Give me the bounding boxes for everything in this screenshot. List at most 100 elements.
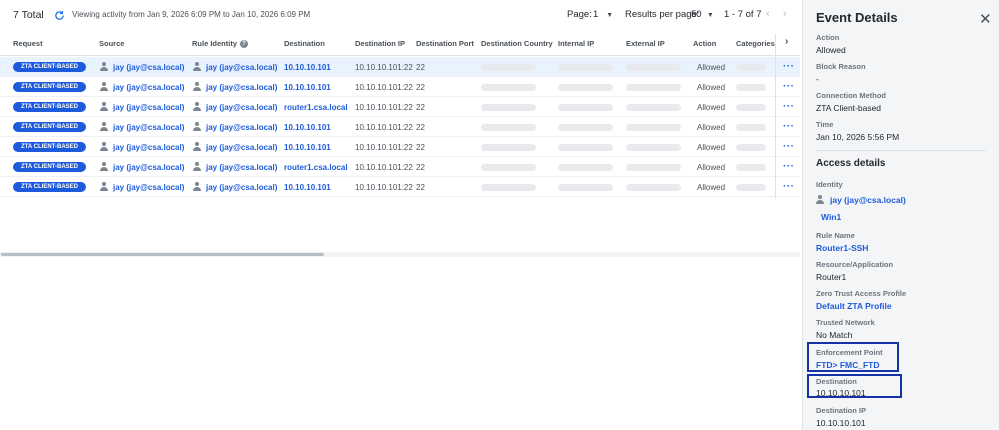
prev-page-icon[interactable]: ‹ [766, 8, 770, 20]
external-ip-placeholder [626, 144, 681, 151]
panel-divider [816, 150, 986, 151]
col-action[interactable]: Action [693, 39, 716, 48]
request-type-badge: ZTA CLIENT-BASED [13, 182, 86, 192]
user-icon [193, 162, 201, 171]
table-row[interactable]: ZTA CLIENT-BASED jay (jay@csa.local) jay (… [0, 157, 800, 177]
refresh-icon[interactable] [54, 10, 65, 21]
next-page-icon[interactable]: › [783, 8, 787, 20]
caret-down-icon: ▼ [606, 12, 614, 19]
destination-link[interactable]: 10.10.10.101 [284, 63, 331, 72]
source-link[interactable]: jay (jay@csa.local) [113, 183, 184, 192]
rule-name-label: Rule Name [816, 231, 855, 240]
col-rule-identity[interactable]: Rule Identity? [192, 39, 249, 49]
destination-link[interactable]: 10.10.10.101 [284, 83, 331, 92]
destination-country-placeholder [481, 64, 536, 71]
destination-port-cell: 22 [416, 183, 425, 192]
close-icon[interactable]: ✕ [979, 10, 992, 28]
external-ip-placeholder [626, 164, 681, 171]
rule-name-value[interactable]: Router1-SSH [816, 243, 868, 253]
col-destination-ip[interactable]: Destination IP [355, 39, 405, 48]
rule-identity-link[interactable]: jay (jay@csa.local) [206, 123, 277, 132]
source-link[interactable]: jay (jay@csa.local) [113, 123, 184, 132]
resource-label: Resource/Application [816, 260, 894, 269]
table-row[interactable]: ZTA CLIENT-BASED jay (jay@csa.local) jay (… [0, 177, 800, 197]
destination-country-placeholder [481, 104, 536, 111]
source-link[interactable]: jay (jay@csa.local) [113, 83, 184, 92]
categories-placeholder [736, 144, 766, 151]
internal-ip-placeholder [558, 164, 613, 171]
action-cell: Allowed [697, 183, 726, 192]
table-row[interactable]: ZTA CLIENT-BASED jay (jay@csa.local) jay (… [0, 57, 800, 77]
request-type-badge: ZTA CLIENT-BASED [13, 82, 86, 92]
activity-table-area: 7 Total Viewing activity from Jan 9, 202… [0, 0, 800, 430]
user-icon [193, 62, 201, 71]
info-icon[interactable]: ? [240, 40, 249, 49]
col-rule-identity-label: Rule Identity [192, 39, 238, 48]
destination-value: 10.10.10.101 [816, 388, 866, 398]
request-type-badge: ZTA CLIENT-BASED [13, 142, 86, 152]
user-icon [193, 122, 201, 131]
row-actions-column [775, 34, 800, 199]
rule-identity-link[interactable]: jay (jay@csa.local) [206, 63, 277, 72]
identity-label: Identity [816, 180, 843, 189]
enforcement-point-value[interactable]: FTD> FMC_FTD [816, 360, 880, 370]
rule-identity-link[interactable]: jay (jay@csa.local) [206, 183, 277, 192]
action-cell: Allowed [697, 83, 726, 92]
destination-link[interactable]: 10.10.10.101 [284, 183, 331, 192]
destination-ip-cell: 10.10.10.101:22 [355, 123, 413, 132]
results-per-page-label: Results per page: [625, 9, 700, 20]
source-link[interactable]: jay (jay@csa.local) [113, 143, 184, 152]
destination-port-cell: 22 [416, 103, 425, 112]
scrollbar-thumb[interactable] [1, 253, 324, 256]
rule-identity-link[interactable]: jay (jay@csa.local) [206, 143, 277, 152]
rule-identity-link[interactable]: jay (jay@csa.local) [206, 103, 277, 112]
page-value: 1 [593, 9, 599, 20]
internal-ip-placeholder [558, 104, 613, 111]
results-per-page-select[interactable]: 50 ▼ [691, 9, 714, 20]
user-icon [100, 142, 108, 151]
table-row[interactable]: ZTA CLIENT-BASED jay (jay@csa.local) jay (… [0, 137, 800, 157]
source-link[interactable]: jay (jay@csa.local) [113, 103, 184, 112]
destination-link[interactable]: 10.10.10.101 [284, 123, 331, 132]
enforcement-point-label: Enforcement Point [816, 348, 883, 357]
user-icon [816, 195, 824, 204]
destination-port-cell: 22 [416, 163, 425, 172]
request-type-badge: ZTA CLIENT-BASED [13, 62, 86, 72]
page-select[interactable]: 1 ▼ [593, 9, 613, 20]
access-details-heading: Access details [816, 158, 886, 169]
action-value: Allowed [816, 45, 846, 55]
table-row[interactable]: ZTA CLIENT-BASED jay (jay@csa.local) jay (… [0, 117, 800, 137]
table-row[interactable]: ZTA CLIENT-BASED jay (jay@csa.local) jay (… [0, 97, 800, 117]
source-link[interactable]: jay (jay@csa.local) [113, 163, 184, 172]
horizontal-scrollbar[interactable] [0, 252, 800, 257]
identity-device[interactable]: Win1 [821, 212, 841, 222]
user-icon [100, 82, 108, 91]
identity-value[interactable]: jay (jay@csa.local) [830, 195, 906, 205]
resource-value: Router1 [816, 272, 847, 282]
result-range: 1 - 7 of 7 [724, 9, 762, 20]
col-destination-country[interactable]: Destination Country [481, 39, 553, 48]
user-icon [100, 122, 108, 131]
col-external-ip[interactable]: External IP [626, 39, 665, 48]
destination-ip-value: 10.10.10.101 [816, 418, 866, 428]
rule-identity-link[interactable]: jay (jay@csa.local) [206, 163, 277, 172]
col-destination[interactable]: Destination [284, 39, 325, 48]
external-ip-placeholder [626, 124, 681, 131]
destination-link[interactable]: 10.10.10.101 [284, 143, 331, 152]
table-row[interactable]: ZTA CLIENT-BASED jay (jay@csa.local) jay (… [0, 77, 800, 97]
destination-ip-cell: 10.10.10.101:22 [355, 103, 413, 112]
source-link[interactable]: jay (jay@csa.local) [113, 63, 184, 72]
destination-link[interactable]: router1.csa.local [284, 103, 348, 112]
rule-identity-link[interactable]: jay (jay@csa.local) [206, 83, 277, 92]
col-destination-port[interactable]: Destination Port [416, 39, 474, 48]
trusted-network-label: Trusted Network [816, 318, 875, 327]
col-source[interactable]: Source [99, 39, 124, 48]
col-categories[interactable]: Categories [736, 39, 775, 48]
col-internal-ip[interactable]: Internal IP [558, 39, 594, 48]
action-cell: Allowed [697, 163, 726, 172]
internal-ip-placeholder [558, 124, 613, 131]
ztap-value[interactable]: Default ZTA Profile [816, 301, 892, 311]
col-request[interactable]: Request [13, 39, 43, 48]
action-cell: Allowed [697, 63, 726, 72]
destination-link[interactable]: router1.csa.local [284, 163, 348, 172]
